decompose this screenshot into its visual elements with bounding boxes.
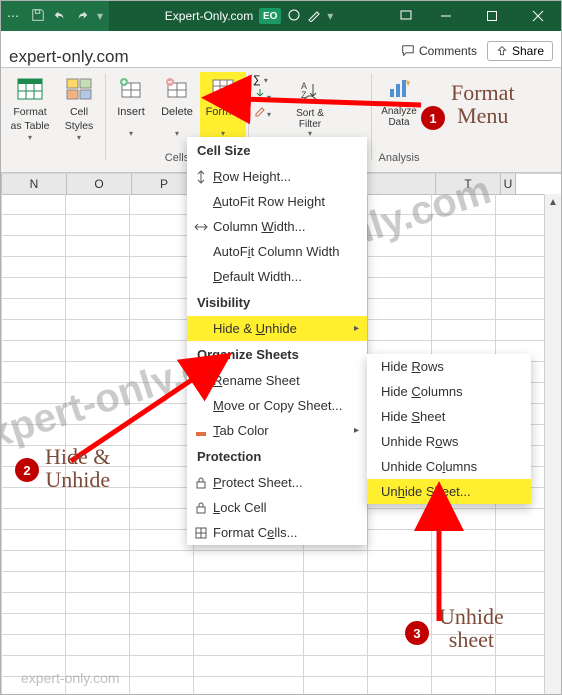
menu-row-height[interactable]: Row Height... bbox=[187, 164, 367, 189]
minimize-button[interactable] bbox=[423, 1, 469, 31]
menu-header-protection: Protection bbox=[187, 443, 367, 470]
hide-unhide-submenu: Hide Rows Hide Columns Hide Sheet Unhide… bbox=[367, 354, 531, 504]
group-analysis: Analyze Data Analysis bbox=[374, 72, 424, 166]
submenu-hide-rows[interactable]: Hide Rows bbox=[367, 354, 531, 379]
format-as-table-icon bbox=[15, 74, 45, 104]
flyout-icon: ▸ bbox=[354, 425, 359, 436]
watermark-small: expert-only.com bbox=[21, 670, 120, 686]
group-styles: Format as Table▾ Cell Styles▾ bbox=[5, 72, 103, 166]
insert-button[interactable]: Insert▾ bbox=[108, 72, 154, 146]
format-icon bbox=[208, 74, 238, 104]
row-height-icon bbox=[193, 169, 209, 185]
share-button[interactable]: Share bbox=[487, 41, 553, 61]
annotation-badge-3: 3 bbox=[405, 621, 429, 645]
flyout-icon: ▸ bbox=[354, 323, 359, 334]
autosave-badge: EO bbox=[259, 8, 281, 24]
col-width-icon bbox=[193, 219, 209, 235]
menu-lock-cell[interactable]: Lock Cell bbox=[187, 495, 367, 520]
cell-styles-icon bbox=[64, 74, 94, 104]
menu-tab-color[interactable]: Tab Color▸ bbox=[187, 418, 367, 443]
autosum-icon[interactable]: ∑ ▾ bbox=[253, 74, 289, 86]
redo-icon[interactable] bbox=[75, 8, 89, 25]
draw-icon[interactable] bbox=[307, 8, 321, 25]
menu-move-copy[interactable]: Move or Copy Sheet... bbox=[187, 393, 367, 418]
insert-icon bbox=[116, 74, 146, 104]
save-icon[interactable] bbox=[31, 8, 45, 25]
comments-button[interactable]: Comments bbox=[401, 44, 477, 58]
menu-autofit-row[interactable]: AutoFit Row Height bbox=[187, 189, 367, 214]
submenu-unhide-cols[interactable]: Unhide Columns bbox=[367, 454, 531, 479]
menu-format-cells[interactable]: Format Cells... bbox=[187, 520, 367, 545]
analyze-data-button[interactable]: Analyze Data bbox=[374, 72, 424, 146]
format-cells-icon bbox=[193, 525, 209, 541]
cell-styles-button[interactable]: Cell Styles▾ bbox=[55, 72, 103, 146]
col-N[interactable]: N bbox=[1, 174, 67, 194]
group-label-analysis: Analysis bbox=[370, 150, 428, 166]
annotation-badge-2: 2 bbox=[15, 458, 39, 482]
submenu-hide-sheet[interactable]: Hide Sheet bbox=[367, 404, 531, 429]
ribbon-display-icon[interactable] bbox=[389, 8, 423, 25]
menu-header-cell-size: Cell Size bbox=[187, 137, 367, 164]
col-U[interactable]: U bbox=[501, 174, 516, 194]
annotation-text-3: Unhidesheet bbox=[439, 605, 504, 651]
clear-icon[interactable]: ▾ bbox=[253, 105, 289, 120]
menu-rename-sheet[interactable]: Rename Sheet bbox=[187, 368, 367, 393]
col-T[interactable]: T bbox=[436, 174, 501, 194]
fill-icon[interactable]: ▾ bbox=[253, 88, 289, 103]
quick-access-toolbar: ⋯ ▾ bbox=[1, 1, 109, 31]
protect-icon bbox=[193, 475, 209, 491]
vertical-scrollbar[interactable]: ▲ bbox=[544, 194, 561, 694]
site-label: expert-only.com bbox=[9, 47, 401, 67]
annotation-badge-1: 1 bbox=[421, 106, 445, 130]
scroll-up-icon[interactable]: ▲ bbox=[545, 194, 561, 210]
menu-protect-sheet[interactable]: Protect Sheet... bbox=[187, 470, 367, 495]
menu-header-organize: Organize Sheets bbox=[187, 341, 367, 368]
menu-autofit-col[interactable]: AutoFit Column Width bbox=[187, 239, 367, 264]
sync-icon[interactable] bbox=[287, 8, 301, 25]
col-O[interactable]: O bbox=[67, 174, 132, 194]
delete-button[interactable]: Delete▾ bbox=[154, 72, 200, 146]
submenu-hide-cols[interactable]: Hide Columns bbox=[367, 379, 531, 404]
submenu-unhide-rows[interactable]: Unhide Rows bbox=[367, 429, 531, 454]
maximize-button[interactable] bbox=[469, 1, 515, 31]
tab-color-icon bbox=[193, 423, 209, 439]
annotation-text-1: FormatMenu bbox=[451, 81, 515, 127]
tab-strip: expert-only.com Comments Share bbox=[1, 31, 561, 68]
format-as-table-button[interactable]: Format as Table▾ bbox=[5, 72, 55, 146]
undo-icon[interactable] bbox=[53, 8, 67, 25]
lock-icon bbox=[193, 500, 209, 516]
svg-text:Z: Z bbox=[301, 90, 307, 100]
menu-header-visibility: Visibility bbox=[187, 289, 367, 316]
menu-default-width[interactable]: Default Width... bbox=[187, 264, 367, 289]
window-title: Expert-Only.com EO ▾ bbox=[109, 8, 389, 25]
title-bar: ⋯ ▾ Expert-Only.com EO ▾ bbox=[1, 1, 561, 31]
menu-col-width[interactable]: Column Width... bbox=[187, 214, 367, 239]
window-controls bbox=[423, 1, 561, 31]
rename-icon bbox=[193, 373, 209, 389]
delete-icon bbox=[162, 74, 192, 104]
format-button[interactable]: Format▾ bbox=[200, 72, 246, 146]
close-button[interactable] bbox=[515, 1, 561, 31]
annotation-text-2: Hide &Unhide bbox=[45, 445, 110, 491]
analyze-data-icon bbox=[384, 74, 414, 104]
format-menu: Cell Size Row Height... AutoFit Row Heig… bbox=[187, 137, 367, 545]
submenu-unhide-sheet[interactable]: Unhide Sheet... bbox=[367, 479, 531, 504]
sort-filter-icon: AZ bbox=[295, 76, 325, 106]
menu-hide-unhide[interactable]: Hide & Unhide▸ bbox=[187, 316, 367, 341]
